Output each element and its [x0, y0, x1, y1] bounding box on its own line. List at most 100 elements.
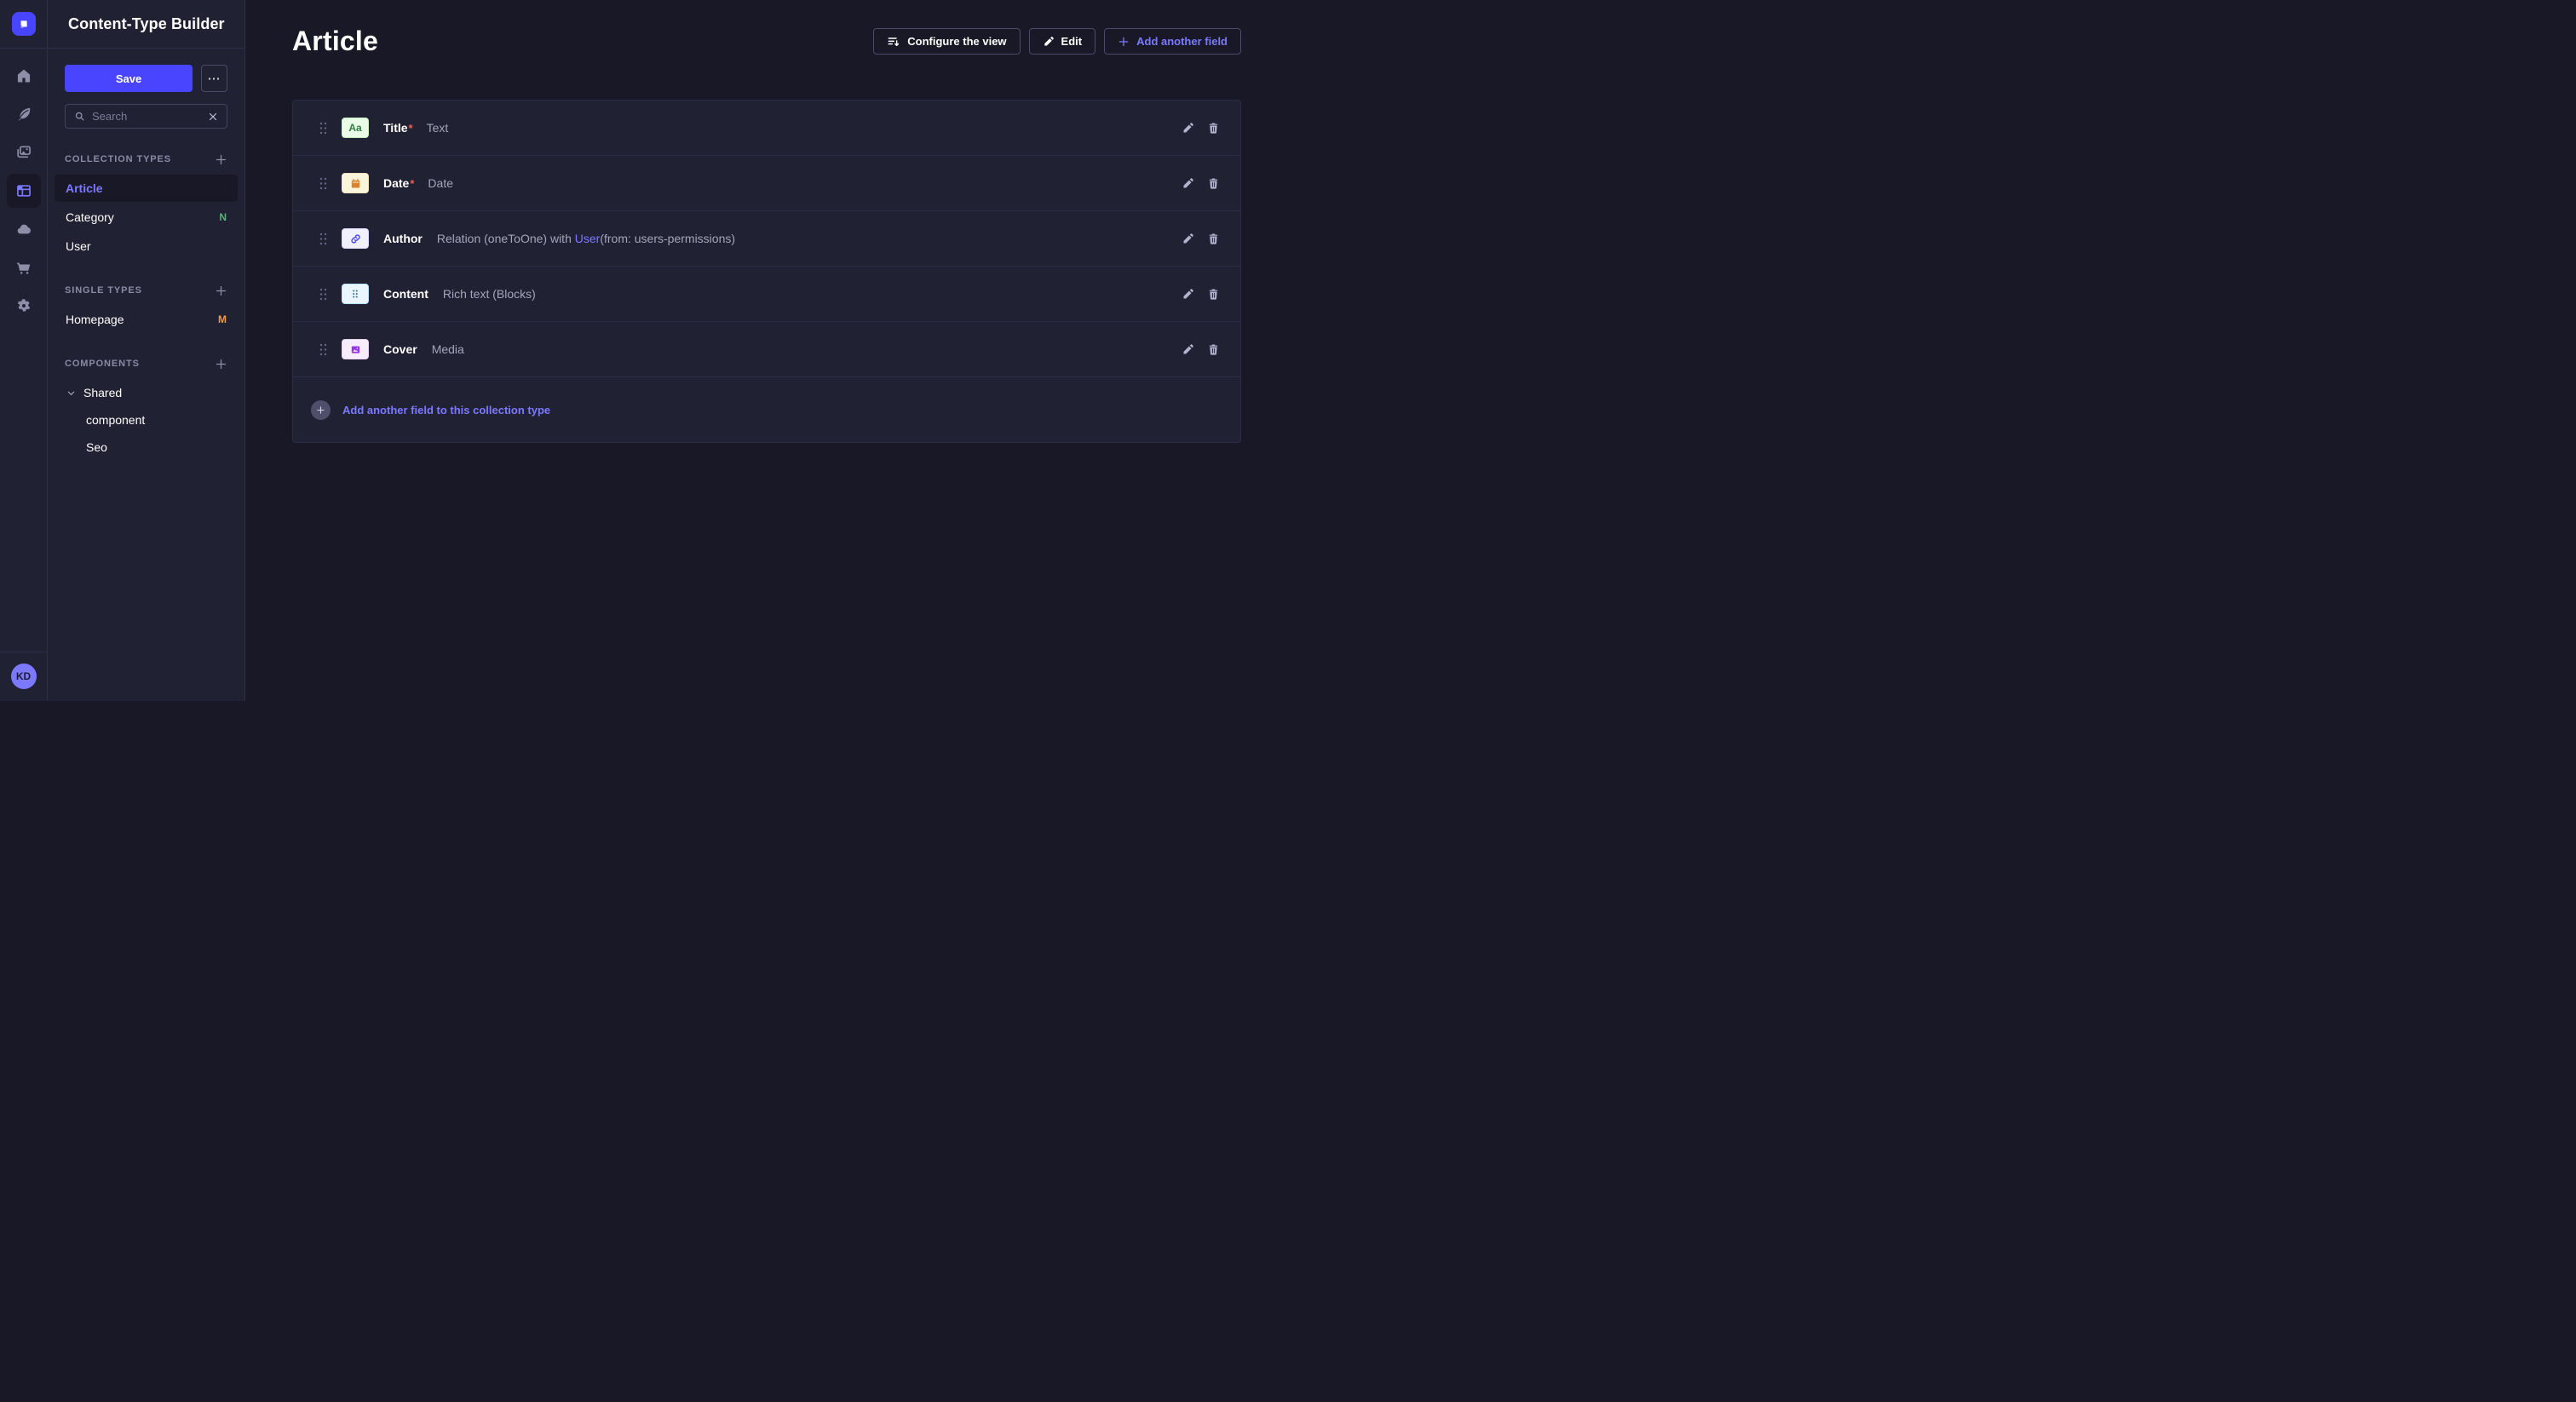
- configure-list-icon: [887, 35, 900, 49]
- relation-target-link: User: [575, 232, 601, 245]
- drag-handle-icon[interactable]: [319, 288, 327, 301]
- clear-search-icon[interactable]: [208, 112, 218, 122]
- fields-list-card: Aa Title * Text Date * Date: [292, 100, 1241, 443]
- media-library-icon[interactable]: [7, 135, 41, 170]
- delete-field-icon[interactable]: [1207, 343, 1220, 356]
- sidebar-item-label: Homepage: [66, 313, 124, 326]
- single-types-section: SINGLE TYPES Homepage M: [65, 282, 227, 333]
- add-collection-type-button[interactable]: [215, 153, 227, 166]
- strapi-logo[interactable]: [12, 12, 36, 36]
- save-button[interactable]: Save: [65, 65, 193, 92]
- field-row-date: Date * Date: [293, 156, 1240, 211]
- user-avatar[interactable]: KD: [11, 664, 37, 689]
- relation-icon: [342, 228, 369, 249]
- add-component-button[interactable]: [215, 358, 227, 371]
- required-mark: *: [409, 122, 413, 135]
- text-icon: Aa: [342, 118, 369, 138]
- edit-field-icon[interactable]: [1182, 122, 1194, 135]
- status-badge-modified: M: [218, 313, 227, 325]
- search-icon: [74, 111, 85, 122]
- edit-label: Edit: [1061, 35, 1083, 48]
- rail-footer: KD: [0, 652, 47, 701]
- media-icon: [342, 339, 369, 359]
- add-single-type-button[interactable]: [215, 284, 227, 297]
- field-type: Text: [427, 121, 449, 135]
- field-row-content: Content Rich text (Blocks): [293, 267, 1240, 322]
- plus-icon: [1118, 36, 1130, 48]
- component-group-shared[interactable]: Shared: [65, 379, 227, 406]
- field-row-title: Aa Title * Text: [293, 101, 1240, 156]
- add-field-label: Add another field: [1136, 35, 1228, 48]
- plus-circle-icon: [311, 400, 331, 420]
- sidebar-item-component[interactable]: component: [65, 406, 227, 434]
- edit-field-icon[interactable]: [1182, 177, 1194, 190]
- sidebar-item-article[interactable]: Article: [55, 175, 238, 202]
- field-name: Author: [383, 232, 423, 245]
- settings-gear-icon[interactable]: [7, 289, 41, 323]
- deploy-cloud-icon[interactable]: [7, 212, 41, 246]
- delete-field-icon[interactable]: [1207, 233, 1220, 245]
- field-name: Content: [383, 287, 428, 301]
- date-icon: [342, 173, 369, 193]
- blocks-icon: [342, 284, 369, 304]
- configure-view-button[interactable]: Configure the view: [873, 28, 1020, 55]
- drag-handle-icon[interactable]: [319, 343, 327, 356]
- search-input-wrapper: [65, 104, 227, 129]
- edit-field-icon[interactable]: [1182, 288, 1194, 301]
- drag-handle-icon[interactable]: [319, 122, 327, 135]
- plugin-title: Content-Type Builder: [68, 15, 225, 33]
- edit-field-icon[interactable]: [1182, 233, 1194, 245]
- delete-field-icon[interactable]: [1207, 177, 1220, 190]
- sidebar-item-label: Article: [66, 181, 103, 195]
- section-label: COLLECTION TYPES: [65, 154, 171, 164]
- delete-field-icon[interactable]: [1207, 288, 1220, 301]
- edit-field-icon[interactable]: [1182, 343, 1194, 356]
- sidebar-item-label: User: [66, 239, 91, 253]
- home-icon[interactable]: [7, 59, 41, 93]
- drag-handle-icon[interactable]: [319, 233, 327, 245]
- field-type: Relation (oneToOne) with User(from: user…: [437, 232, 735, 245]
- search-input[interactable]: [92, 110, 201, 123]
- delete-field-icon[interactable]: [1207, 122, 1220, 135]
- sidebar-item-label: component: [86, 413, 145, 427]
- sidebar-item-seo[interactable]: Seo: [65, 434, 227, 461]
- sidebar-item-user[interactable]: User: [55, 233, 238, 260]
- group-label: Shared: [83, 386, 122, 399]
- main-content: Article Configure the view: [245, 0, 1288, 701]
- field-row-author: Author Relation (oneToOne) with User(fro…: [293, 211, 1240, 267]
- add-field-to-collection-label: Add another field to this collection typ…: [342, 404, 550, 417]
- sidebar-item-label: Category: [66, 210, 114, 224]
- field-type: Date: [428, 176, 453, 190]
- required-mark: *: [410, 177, 414, 190]
- add-field-to-collection-button[interactable]: Add another field to this collection typ…: [293, 377, 1240, 442]
- rail-logo-area: [0, 0, 47, 49]
- page-title: Article: [292, 26, 378, 57]
- edit-button[interactable]: Edit: [1029, 28, 1096, 55]
- field-name: Date: [383, 176, 409, 190]
- field-type: Rich text (Blocks): [443, 287, 536, 301]
- plugin-sidebar: Content-Type Builder Save ⋯ COLLECTION T…: [48, 0, 245, 701]
- collection-types-section: COLLECTION TYPES Article Category N User: [65, 151, 227, 260]
- add-another-field-button[interactable]: Add another field: [1104, 28, 1241, 55]
- content-manager-icon[interactable]: [7, 97, 41, 131]
- main-nav-rail: KD: [0, 0, 48, 701]
- section-label: SINGLE TYPES: [65, 285, 142, 296]
- status-badge-new: N: [219, 211, 227, 223]
- drag-handle-icon[interactable]: [319, 177, 327, 190]
- sidebar-header: Content-Type Builder: [48, 0, 244, 49]
- sidebar-item-category[interactable]: Category N: [55, 204, 238, 231]
- section-label: COMPONENTS: [65, 359, 140, 369]
- field-name: Title: [383, 121, 408, 135]
- field-name: Cover: [383, 342, 417, 356]
- sidebar-item-homepage[interactable]: Homepage M: [55, 306, 238, 333]
- more-options-button[interactable]: ⋯: [201, 65, 227, 92]
- content-type-builder-icon[interactable]: [7, 174, 41, 208]
- configure-view-label: Configure the view: [907, 35, 1006, 48]
- field-type: Media: [432, 342, 464, 356]
- field-row-cover: Cover Media: [293, 322, 1240, 377]
- rail-nav: [7, 59, 41, 323]
- marketplace-cart-icon[interactable]: [7, 250, 41, 284]
- pencil-icon: [1043, 36, 1055, 48]
- chevron-down-icon: [66, 388, 76, 398]
- sidebar-item-label: Seo: [86, 440, 107, 454]
